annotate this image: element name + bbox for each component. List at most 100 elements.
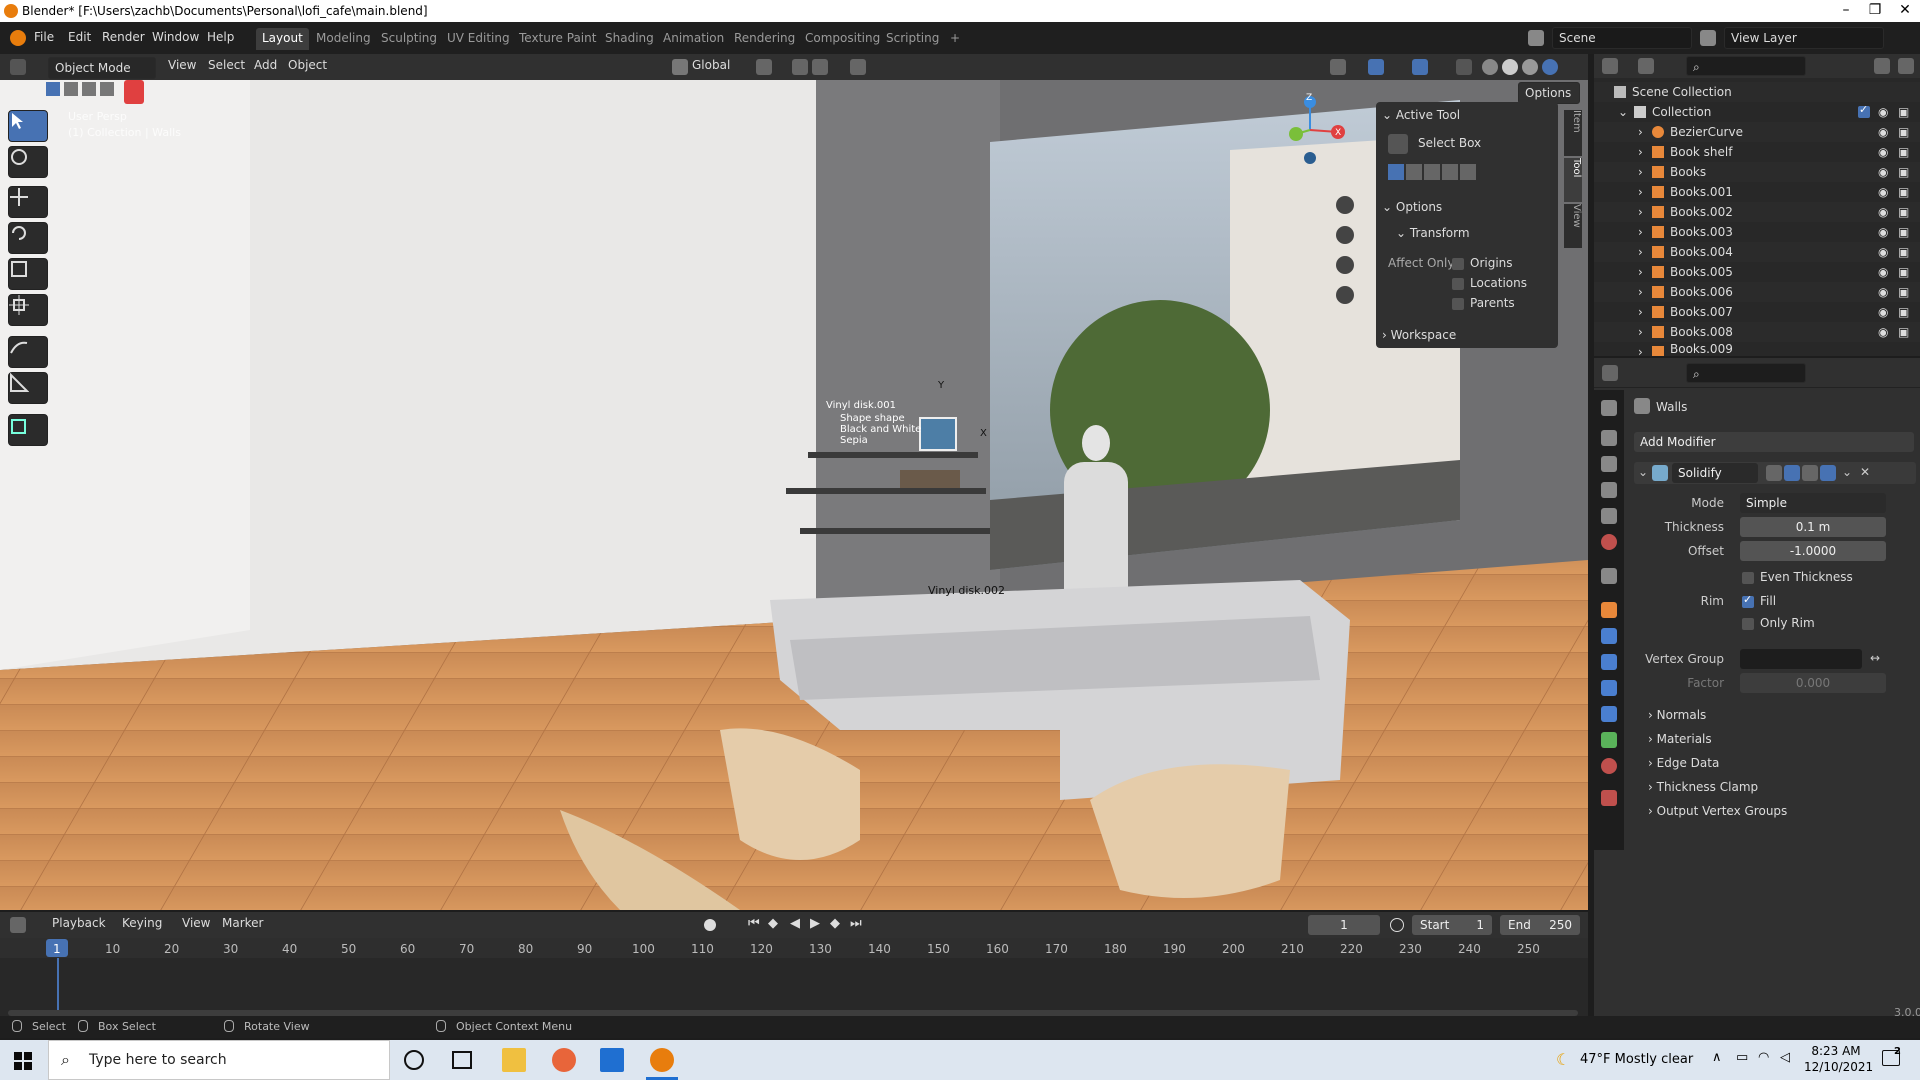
tab-animation[interactable]: Animation	[657, 28, 730, 50]
modifier-tab-icon[interactable]	[1601, 628, 1617, 644]
camera-view-icon[interactable]	[1336, 256, 1354, 274]
collection-exclude-checkbox[interactable]	[1858, 103, 1870, 118]
filter-icon[interactable]	[1874, 58, 1890, 74]
tab-uv-editing[interactable]: UV Editing	[441, 28, 516, 50]
outliner-editor-icon[interactable]	[1602, 58, 1618, 74]
menu-timeline-view[interactable]: View	[182, 916, 210, 934]
mode-dropdown[interactable]: Simple	[1740, 493, 1886, 513]
play-reverse-icon[interactable]: ◀	[790, 916, 800, 931]
volume-icon[interactable]: ◁	[1780, 1050, 1790, 1065]
end-frame-field[interactable]: End 250	[1500, 915, 1580, 935]
visibility-icon[interactable]	[1330, 59, 1346, 75]
rotate-tool[interactable]	[8, 222, 48, 254]
select-box-tool[interactable]	[8, 110, 48, 142]
selection-mode-set-icon[interactable]	[1388, 164, 1404, 180]
outliner-item[interactable]: › Books.008 ◉ ▣	[1594, 322, 1920, 342]
add-workspace-button[interactable]: +	[944, 28, 966, 50]
meet-icon[interactable]: ▭	[1736, 1050, 1748, 1065]
offset-field[interactable]: -1.0000	[1740, 541, 1886, 561]
data-tab-icon[interactable]	[1601, 732, 1617, 748]
camera-icon[interactable]: ▣	[1898, 325, 1909, 339]
weather-status[interactable]: 47°F Mostly clear	[1580, 1052, 1693, 1067]
menu-help[interactable]: Help	[207, 30, 234, 44]
select-mode-new-icon[interactable]	[46, 82, 60, 96]
proportional-edit-icon[interactable]	[850, 59, 866, 75]
viewport-display-icon[interactable]	[1784, 465, 1800, 481]
eye-icon[interactable]: ◉	[1878, 225, 1888, 239]
tab-texture-paint[interactable]: Texture Paint	[513, 28, 602, 50]
xray-icon[interactable]	[1456, 59, 1472, 75]
select-mode-subtract-icon[interactable]	[82, 82, 96, 96]
view-layer-selector[interactable]: View Layer	[1724, 27, 1884, 49]
outliner-item[interactable]: › Books.002 ◉ ▣	[1594, 202, 1920, 222]
camera-icon[interactable]: ▣	[1898, 245, 1909, 259]
camera-icon[interactable]: ▣	[1898, 305, 1909, 319]
camera-icon[interactable]: ▣	[1898, 185, 1909, 199]
next-keyframe-icon[interactable]: ◆	[830, 916, 840, 931]
eye-icon[interactable]: ◉	[1878, 185, 1888, 199]
edit-mode-icon[interactable]	[1766, 465, 1782, 481]
tab-scripting[interactable]: Scripting	[880, 28, 945, 50]
outliner-item[interactable]: › Books.004 ◉ ▣	[1594, 242, 1920, 262]
outliner-search-input[interactable]: ⌕	[1686, 56, 1806, 76]
edge-data-subpanel[interactable]: › Edge Data	[1648, 756, 1719, 770]
tab-shading[interactable]: Shading	[599, 28, 660, 50]
tab-layout[interactable]: Layout	[256, 28, 309, 50]
eye-icon[interactable]: ◉	[1878, 305, 1888, 319]
select-mode-extend-icon[interactable]	[64, 82, 78, 96]
eye-icon[interactable]: ◉	[1878, 145, 1888, 159]
move-tool[interactable]	[8, 186, 48, 218]
scale-tool[interactable]	[8, 258, 48, 290]
display-mode-icon[interactable]	[1638, 58, 1654, 74]
properties-editor-icon[interactable]	[1602, 365, 1618, 381]
clock-time[interactable]: 8:23 AM	[1806, 1044, 1866, 1058]
file-explorer-icon[interactable]	[502, 1048, 526, 1072]
navigation-gizmo[interactable]: Z X	[1270, 90, 1350, 170]
camera-icon[interactable]: ▣	[1898, 205, 1909, 219]
only-rim-checkbox[interactable]	[1742, 618, 1754, 630]
wireframe-shading-icon[interactable]	[1482, 59, 1498, 75]
material-tab-icon[interactable]	[1601, 758, 1617, 774]
menu-edit[interactable]: Edit	[68, 30, 91, 44]
annotate-tool[interactable]	[8, 336, 48, 368]
even-thickness-checkbox[interactable]	[1742, 572, 1754, 584]
measure-tool[interactable]	[8, 372, 48, 404]
close-button[interactable]: ✕	[1890, 2, 1920, 18]
jump-end-icon[interactable]: ⏭	[850, 916, 862, 931]
side-tab-view[interactable]: View	[1564, 204, 1582, 248]
blender-menu-icon[interactable]	[10, 30, 26, 46]
eye-icon[interactable]: ◉	[1878, 265, 1888, 279]
origins-checkbox[interactable]	[1452, 258, 1464, 270]
tray-chevron-icon[interactable]: ∧	[1712, 1050, 1722, 1065]
outliner-item[interactable]: › Books.007 ◉ ▣	[1594, 302, 1920, 322]
workspace-header[interactable]: › Workspace	[1382, 328, 1456, 342]
snap-target-icon[interactable]	[812, 59, 828, 75]
camera-icon[interactable]: ▣	[1898, 225, 1909, 239]
outliner-item[interactable]: › Book shelf ◉ ▣	[1594, 142, 1920, 162]
pivot-icon[interactable]	[756, 59, 772, 75]
eye-icon[interactable]: ◉	[1878, 125, 1888, 139]
remove-modifier-icon[interactable]: ✕	[1860, 465, 1870, 479]
eye-icon[interactable]: ◉	[1878, 165, 1888, 179]
clock-date[interactable]: 12/10/2021	[1804, 1060, 1873, 1074]
outliner-item[interactable]: › Books.003 ◉ ▣	[1594, 222, 1920, 242]
physics-tab-icon[interactable]	[1601, 680, 1617, 696]
normals-subpanel[interactable]: › Normals	[1648, 708, 1706, 722]
menu-add[interactable]: Add	[254, 58, 277, 76]
firefox-icon[interactable]	[552, 1048, 576, 1072]
camera-icon[interactable]: ▣	[1898, 125, 1909, 139]
camera-icon[interactable]: ▣	[1898, 145, 1909, 159]
side-tab-item[interactable]: Item	[1564, 110, 1582, 156]
selection-mode-subtract-icon[interactable]	[1424, 164, 1440, 180]
vertex-group-field[interactable]	[1740, 649, 1862, 669]
record-icon[interactable]	[704, 919, 716, 931]
outliner-item[interactable]: › Books.005 ◉ ▣	[1594, 262, 1920, 282]
mode-selector[interactable]: Object Mode	[48, 57, 156, 79]
current-frame-field[interactable]: 1	[1308, 915, 1380, 935]
gizmo-icon[interactable]	[1368, 59, 1384, 75]
active-tool-header[interactable]: ⌄ Active Tool	[1382, 108, 1460, 122]
world-tab-icon[interactable]	[1601, 534, 1617, 550]
materials-subpanel[interactable]: › Materials	[1648, 732, 1712, 746]
zoom-icon[interactable]	[1336, 196, 1354, 214]
eye-icon[interactable]: ◉	[1878, 325, 1888, 339]
